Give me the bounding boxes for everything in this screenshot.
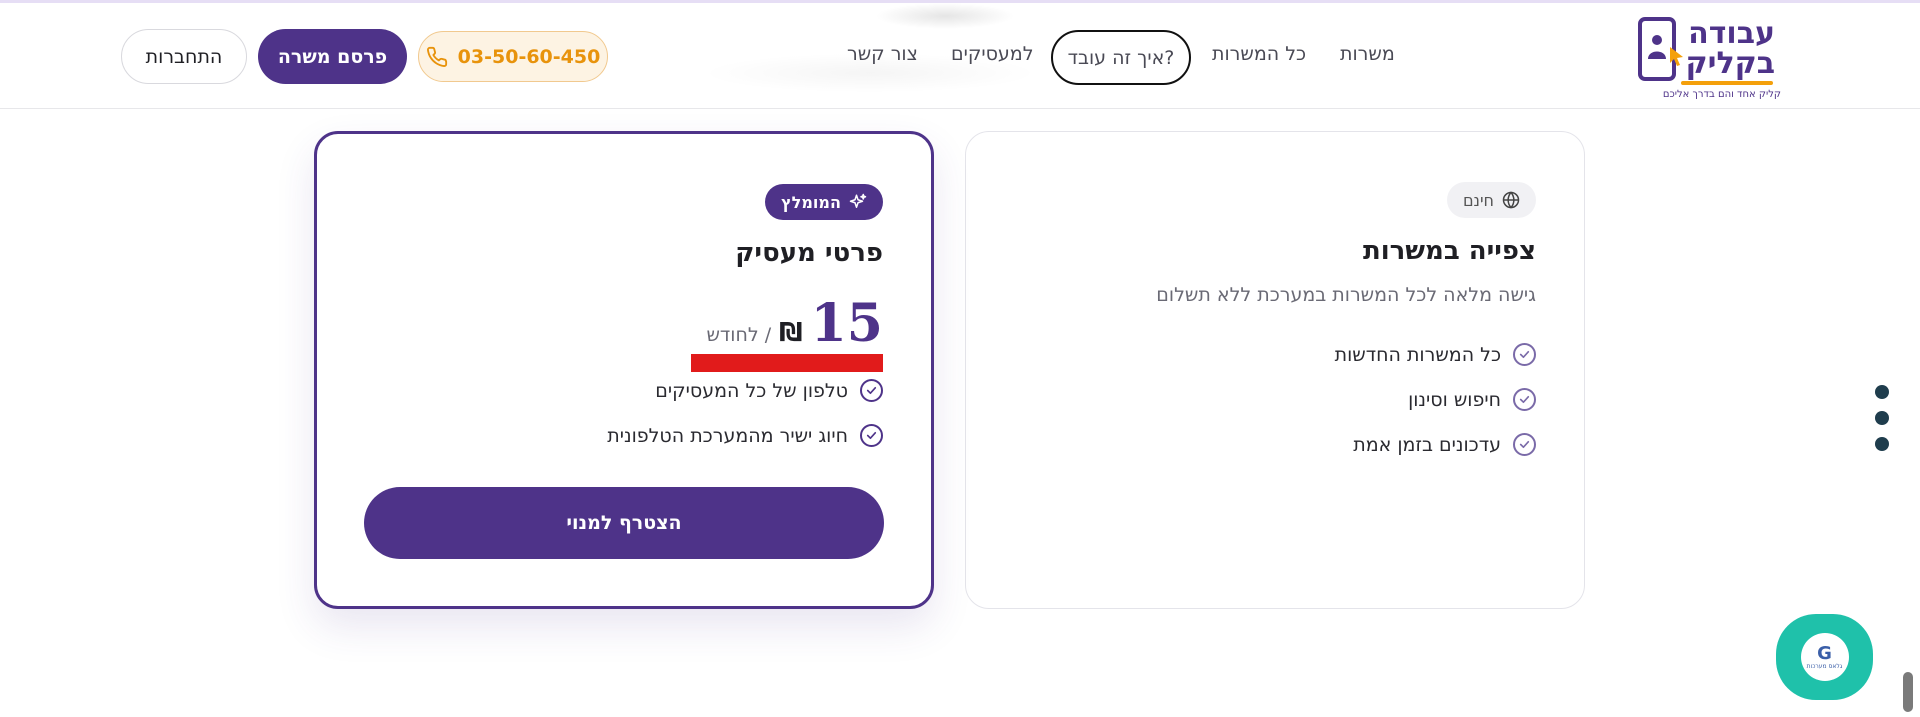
nav-employers[interactable]: למעסיקים (951, 43, 1034, 65)
plan-badge-free: חינם (1446, 182, 1536, 218)
site-logo[interactable]: עבודה בקליק קליק אחד והם בדרך אליכם (1633, 15, 1781, 103)
join-subscription-button[interactable]: הצטרף למנוי (364, 487, 884, 559)
chat-widget-button[interactable]: G גלאס מערכות (1776, 614, 1873, 700)
site-header: התחברות פרסם משרה 03-50-60-450 צור קשר ל… (0, 3, 1920, 109)
feature-label: כל המשרות החדשות (1334, 343, 1501, 366)
logo-tagline: קליק אחד והם בדרך אליכם (1662, 89, 1781, 100)
nav-contact[interactable]: צור קשר (847, 43, 918, 65)
feature-item: חיפוש וסינון (1408, 388, 1536, 411)
feature-item: טלפון של כל המעסיקים (655, 379, 883, 402)
login-button[interactable]: התחברות (121, 29, 247, 84)
plan-subtitle: גישה מלאה לכל המשרות במערכת ללא תשלום (1156, 284, 1536, 306)
redaction-bar (691, 354, 883, 372)
badge-label: המומלץ (781, 192, 841, 212)
feature-label: עדכונים בזמן אמת (1353, 433, 1501, 456)
nav-how-it-works[interactable]: איך זה עובד? (1051, 30, 1191, 85)
chat-logo-letter: G (1817, 642, 1832, 664)
feature-item: עדכונים בזמן אמת (1353, 433, 1536, 456)
plan-title: צפייה במשרות (1362, 236, 1536, 266)
feature-label: טלפון של כל המעסיקים (655, 379, 848, 402)
scrollbar-thumb[interactable] (1903, 672, 1913, 712)
plan-card-employer: המומלץ פרטי מעסיק 15 ₪ / לחודש טלפון של … (314, 131, 934, 609)
person-icon (1648, 35, 1666, 59)
nav-jobs[interactable]: משרות (1340, 43, 1395, 65)
section-dot[interactable] (1875, 385, 1889, 399)
feature-label: חיוג ישיר מהמערכת הטלפונית (607, 424, 848, 447)
chat-logo-icon: G גלאס מערכות (1800, 633, 1849, 681)
header-shadow (875, 3, 1015, 29)
sparkle-icon (849, 193, 867, 208)
plan-card-free: חינם צפייה במשרות גישה מלאה לכל המשרות ב… (965, 131, 1585, 609)
cursor-icon (1670, 47, 1683, 66)
badge-label: חינם (1462, 190, 1494, 210)
logo-title-line2: בקליק (1685, 46, 1775, 81)
check-icon (1513, 388, 1536, 411)
phone-number: 03-50-60-450 (457, 45, 601, 68)
phone-icon (426, 46, 447, 67)
post-job-button[interactable]: פרסם משרה (258, 29, 407, 84)
section-dot[interactable] (1875, 411, 1889, 425)
logo-title-line1: עבודה (1688, 16, 1775, 51)
section-dot[interactable] (1875, 437, 1889, 451)
check-icon (860, 379, 883, 402)
logo-underline (1681, 81, 1773, 85)
feature-item: כל המשרות החדשות (1335, 343, 1536, 366)
feature-label: חיפוש וסינון (1408, 388, 1501, 411)
price-period: / לחודש (706, 324, 772, 346)
globe-icon (1502, 191, 1520, 209)
plan-badge-recommended: המומלץ (765, 184, 883, 220)
check-icon (860, 424, 883, 447)
feature-item: חיוג ישיר מהמערכת הטלפונית (607, 424, 883, 447)
plan-title: פרטי מעסיק (735, 238, 883, 268)
chat-logo-label: גלאס מערכות (1806, 662, 1843, 670)
check-icon (1513, 343, 1536, 366)
price: 15 ₪ / לחודש (706, 294, 883, 354)
check-icon (1513, 433, 1536, 456)
price-currency: ₪ (779, 318, 803, 348)
price-amount: 15 (810, 293, 883, 354)
nav-all-jobs[interactable]: כל המשרות (1212, 43, 1306, 65)
phone-button[interactable]: 03-50-60-450 (418, 31, 608, 82)
